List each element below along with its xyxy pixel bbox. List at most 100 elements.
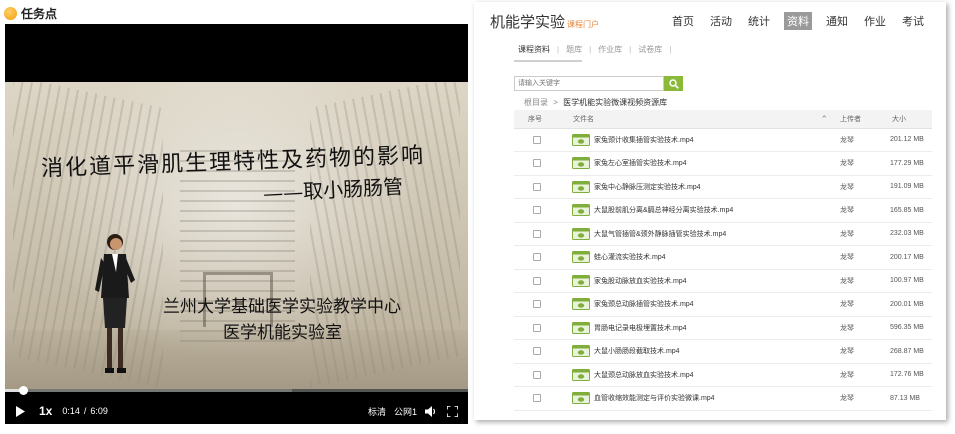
table-header-row: 序号 文件名 ⌃ 上传者 大小 <box>514 110 932 129</box>
file-name[interactable]: 蛙心灌流实验技术.mp4 <box>594 254 666 261</box>
row-checkbox[interactable] <box>533 182 541 191</box>
resource-tab[interactable]: 试卷库 <box>638 44 662 55</box>
uploader: 龙琴 <box>834 316 880 340</box>
tab-separator: | <box>557 45 560 54</box>
sort-caret-icon[interactable]: ⌃ <box>820 114 828 125</box>
file-size: 165.85 MB <box>880 198 932 223</box>
course-portal: 机能学实验 课程门户 首页 活动 统计 资料 通知 作业 考试 课程资料 | 题库 | 作业库 | 试卷库… <box>474 2 946 420</box>
file-name[interactable]: 家兔股动脉放血实验技术.mp4 <box>594 278 687 285</box>
header-size: 大小 <box>880 110 932 129</box>
video-player[interactable]: 消化道平滑肌生理特性及药物的影响 ——取小肠肠管 兰州大学基础医学实验教学中心 … <box>5 24 468 424</box>
current-time: 0:14 <box>62 406 80 416</box>
fullscreen-button[interactable] <box>447 405 458 417</box>
presenter-figure <box>95 234 135 373</box>
portal-tag[interactable]: 课程门户 <box>567 20 599 29</box>
table-row[interactable]: 家兔颈计收集插管实验技术.mp4 龙琴 201.12 MB <box>514 128 932 152</box>
row-checkbox[interactable] <box>533 300 541 309</box>
resource-tab[interactable]: 课程资料 <box>518 44 550 55</box>
playback-rate-button[interactable]: 1x <box>39 404 52 418</box>
uploader: 龙琴 <box>834 386 880 411</box>
file-size: 191.09 MB <box>880 175 932 199</box>
video-file-icon <box>572 227 590 240</box>
table-row[interactable]: 家兔颈总动脉插管实验技术.mp4 龙琴 200.01 MB <box>514 292 932 317</box>
row-checkbox[interactable] <box>533 394 541 403</box>
course-title-text[interactable]: 机能学实验 <box>490 14 565 31</box>
uploader: 龙琴 <box>834 363 880 387</box>
quality-button[interactable]: 标清 <box>368 405 386 418</box>
table-row[interactable]: 大鼠气管插管&颈外静脉插管实验技术.mp4 龙琴 232.03 MB <box>514 222 932 246</box>
tab-separator: | <box>669 45 672 54</box>
file-name[interactable]: 家兔左心室插管实验技术.mp4 <box>594 160 687 167</box>
video-file-icon <box>572 298 590 311</box>
row-checkbox[interactable] <box>533 276 541 285</box>
uploader: 龙琴 <box>834 339 880 364</box>
volume-button[interactable] <box>425 405 437 417</box>
row-checkbox[interactable] <box>533 229 541 238</box>
resource-tabs: 课程资料 | 题库 | 作业库 | 试卷库 | <box>518 44 678 55</box>
file-name[interactable]: 家兔颈总动脉插管实验技术.mp4 <box>594 301 694 308</box>
file-name[interactable]: 血管收缩效能测定与评价实验微课.mp4 <box>594 395 715 402</box>
table-row[interactable]: 胃肠电记录电极埋置技术.mp4 龙琴 596.35 MB <box>514 316 932 340</box>
nav-item[interactable]: 统计 <box>746 12 772 30</box>
search-input[interactable] <box>514 76 664 91</box>
line-button[interactable]: 公网1 <box>394 405 417 418</box>
progress-handle[interactable] <box>18 386 28 395</box>
task-point-header: 任务点 <box>4 5 57 21</box>
play-button[interactable] <box>5 405 35 417</box>
row-checkbox[interactable] <box>533 159 541 168</box>
table-row[interactable]: 家兔左心室插管实验技术.mp4 龙琴 177.29 MB <box>514 151 932 176</box>
resource-tab[interactable]: 作业库 <box>598 44 622 55</box>
tab-separator: | <box>629 45 632 54</box>
nav-item[interactable]: 资料 <box>784 12 812 30</box>
uploader: 龙琴 <box>834 175 880 199</box>
file-size: 201.12 MB <box>880 128 932 152</box>
file-name[interactable]: 大鼠小肠肠段截取技术.mp4 <box>594 348 680 355</box>
breadcrumb: 根目录 > 医学机能实验微课视频资源库 <box>524 97 667 108</box>
table-row[interactable]: 大鼠股前肌分离&膈总神经分离实验技术.mp4 龙琴 165.85 MB <box>514 198 932 223</box>
header-name-label: 文件名 <box>573 115 594 123</box>
video-file-icon <box>572 251 590 264</box>
header-name[interactable]: 文件名 ⌃ <box>562 110 834 129</box>
breadcrumb-separator: > <box>553 98 558 107</box>
video-file-icon <box>572 157 590 170</box>
table-row[interactable]: 家兔股动脉放血实验技术.mp4 龙琴 100.97 MB <box>514 269 932 293</box>
nav-item[interactable]: 通知 <box>824 12 850 30</box>
nav-item[interactable]: 活动 <box>708 12 734 30</box>
file-name[interactable]: 大鼠气管插管&颈外静脉插管实验技术.mp4 <box>594 231 726 238</box>
nav-item[interactable]: 首页 <box>670 12 696 30</box>
video-frame[interactable]: 消化道平滑肌生理特性及药物的影响 ——取小肠肠管 兰州大学基础医学实验教学中心 … <box>5 82 468 390</box>
file-size: 100.97 MB <box>880 269 932 293</box>
row-checkbox[interactable] <box>533 370 541 379</box>
row-checkbox[interactable] <box>533 323 541 332</box>
table-row[interactable]: 大鼠小肠肠段截取技术.mp4 龙琴 268.87 MB <box>514 339 932 364</box>
table-row[interactable]: 家兔中心静脉压测定实验技术.mp4 龙琴 191.09 MB <box>514 175 932 199</box>
resource-tab[interactable]: 题库 <box>566 44 582 55</box>
file-name[interactable]: 大鼠股前肌分离&膈总神经分离实验技术.mp4 <box>594 207 733 214</box>
progress-bar[interactable] <box>5 386 468 395</box>
file-name[interactable]: 家兔颈计收集插管实验技术.mp4 <box>594 137 694 144</box>
table-row[interactable]: 血管收缩效能测定与评价实验微课.mp4 龙琴 87.13 MB <box>514 386 932 411</box>
breadcrumb-root[interactable]: 根目录 <box>524 98 548 107</box>
course-title[interactable]: 机能学实验 课程门户 <box>490 11 599 32</box>
row-checkbox[interactable] <box>533 347 541 356</box>
search-button[interactable] <box>664 76 683 91</box>
file-size: 268.87 MB <box>880 339 932 364</box>
row-checkbox[interactable] <box>533 135 541 144</box>
top-nav: 首页 活动 统计 资料 通知 作业 考试 <box>670 12 926 30</box>
file-table: 序号 文件名 ⌃ 上传者 大小 家兔颈计收集插管实验技术.mp4 龙琴 201.12… <box>514 110 932 411</box>
table-row[interactable]: 大鼠颈总动脉放血实验技术.mp4 龙琴 172.76 MB <box>514 363 932 387</box>
uploader: 龙琴 <box>834 222 880 246</box>
nav-item[interactable]: 考试 <box>900 12 926 30</box>
row-checkbox[interactable] <box>533 206 541 215</box>
file-name[interactable]: 大鼠颈总动脉放血实验技术.mp4 <box>594 372 694 379</box>
row-checkbox[interactable] <box>533 253 541 262</box>
file-name[interactable]: 家兔中心静脉压测定实验技术.mp4 <box>594 184 701 191</box>
tab-underline <box>514 60 582 62</box>
duration: 6:09 <box>90 406 108 416</box>
progress-buffered <box>5 389 293 392</box>
file-name[interactable]: 胃肠电记录电极埋置技术.mp4 <box>594 325 687 332</box>
nav-item[interactable]: 作业 <box>862 12 888 30</box>
table-row[interactable]: 蛙心灌流实验技术.mp4 龙琴 200.17 MB <box>514 245 932 270</box>
video-file-icon <box>572 133 590 146</box>
task-dot-icon <box>4 6 17 20</box>
